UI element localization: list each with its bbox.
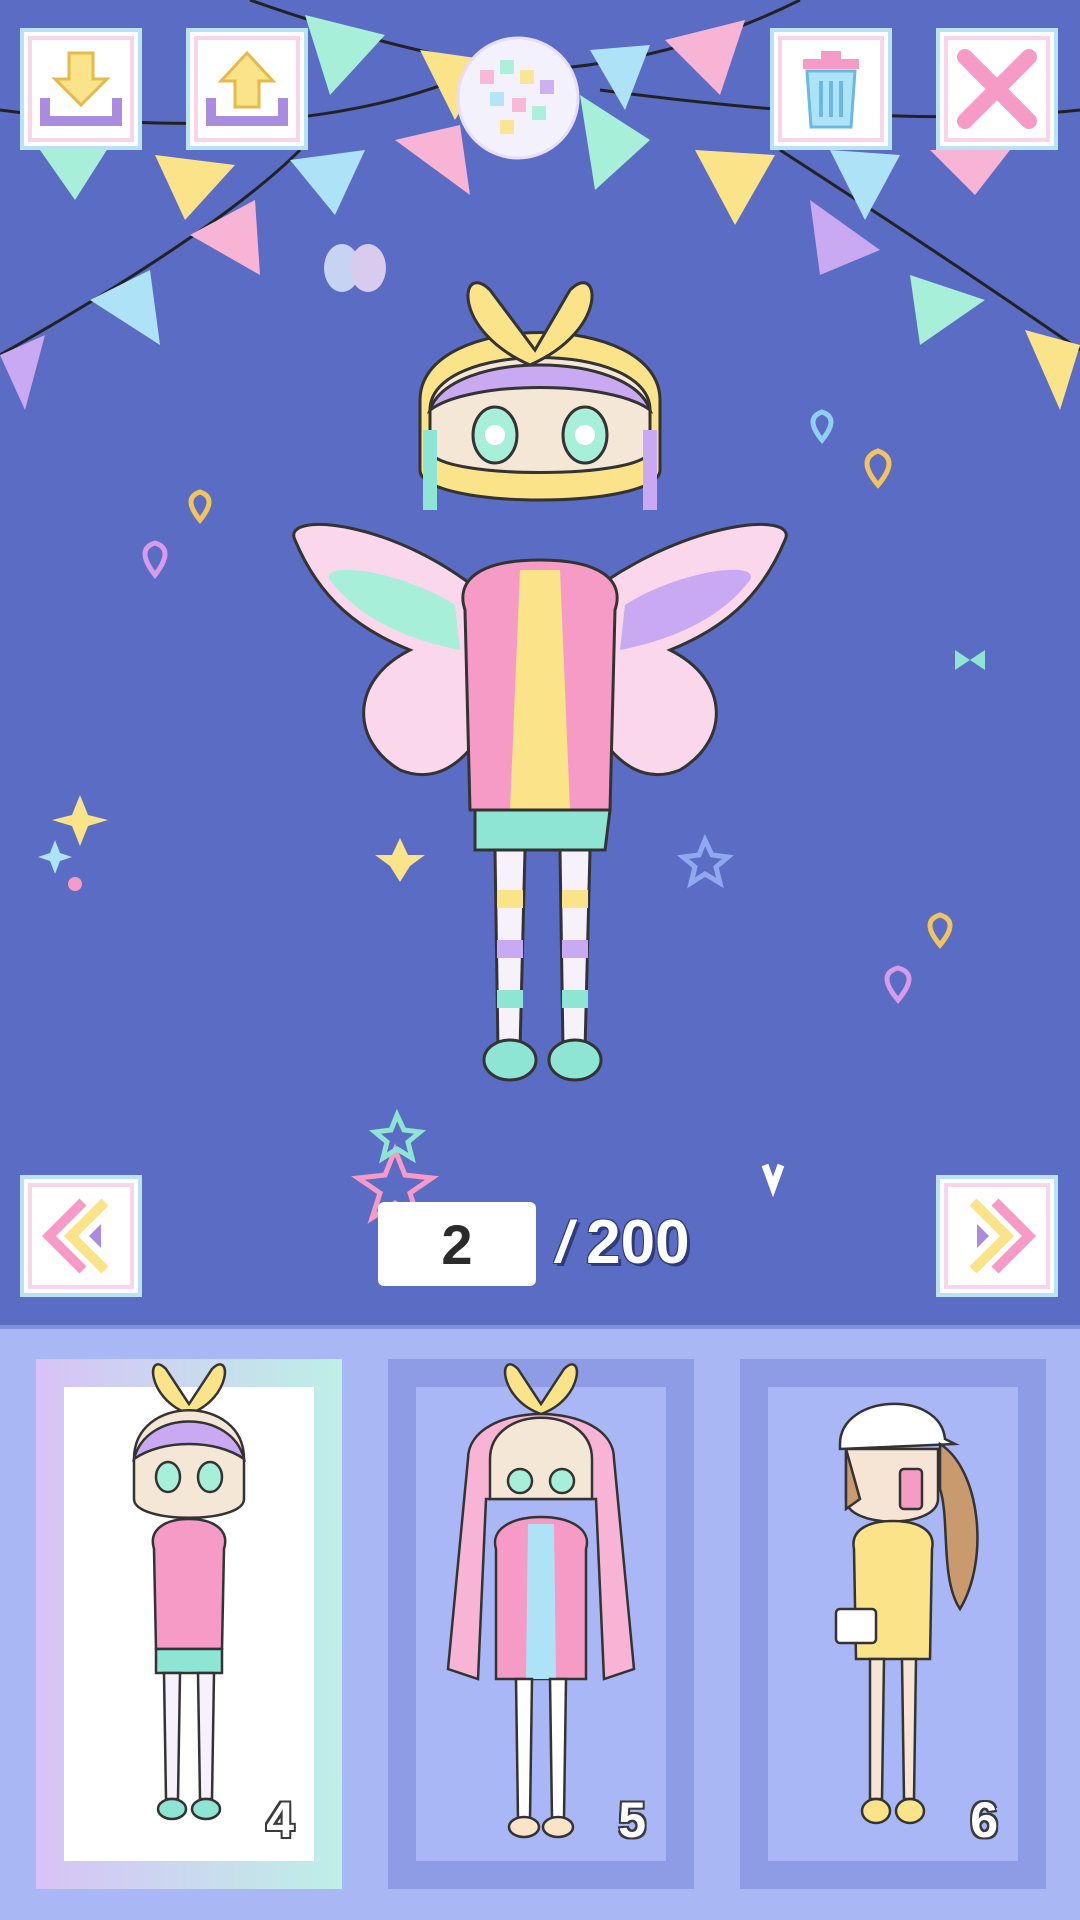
saved-slot-6[interactable]: 6 (740, 1359, 1046, 1889)
delete-button[interactable] (770, 28, 892, 150)
close-x-icon (957, 49, 1037, 129)
page-total: / 200 (556, 1200, 690, 1284)
page-separator: / (556, 1209, 573, 1275)
slot-number: 6 (970, 1792, 998, 1848)
upload-arrow-icon (206, 50, 288, 126)
download-arrow-icon (40, 51, 122, 126)
character-preview (292, 281, 788, 1082)
next-page-button[interactable] (936, 1175, 1058, 1297)
saved-outfits-shelf: 4 5 6 (0, 1325, 1080, 1920)
previous-page-button[interactable] (20, 1175, 142, 1297)
total-pages: 200 (586, 1207, 690, 1277)
double-chevron-left-icon (41, 1198, 109, 1274)
double-chevron-right-icon (969, 1198, 1037, 1274)
close-button[interactable] (936, 28, 1058, 150)
character-stage: 2 / 200 (0, 0, 1080, 1325)
current-page-number: 2 (441, 1212, 473, 1276)
saved-slot-4[interactable]: 4 (36, 1359, 342, 1889)
saved-slot-5[interactable]: 5 (388, 1359, 694, 1889)
export-button[interactable] (186, 28, 308, 150)
current-page-input[interactable]: 2 (378, 1202, 536, 1286)
slot-number: 5 (618, 1792, 646, 1848)
import-button[interactable] (20, 28, 142, 150)
trash-icon (803, 51, 859, 129)
slot-number: 4 (266, 1792, 294, 1848)
